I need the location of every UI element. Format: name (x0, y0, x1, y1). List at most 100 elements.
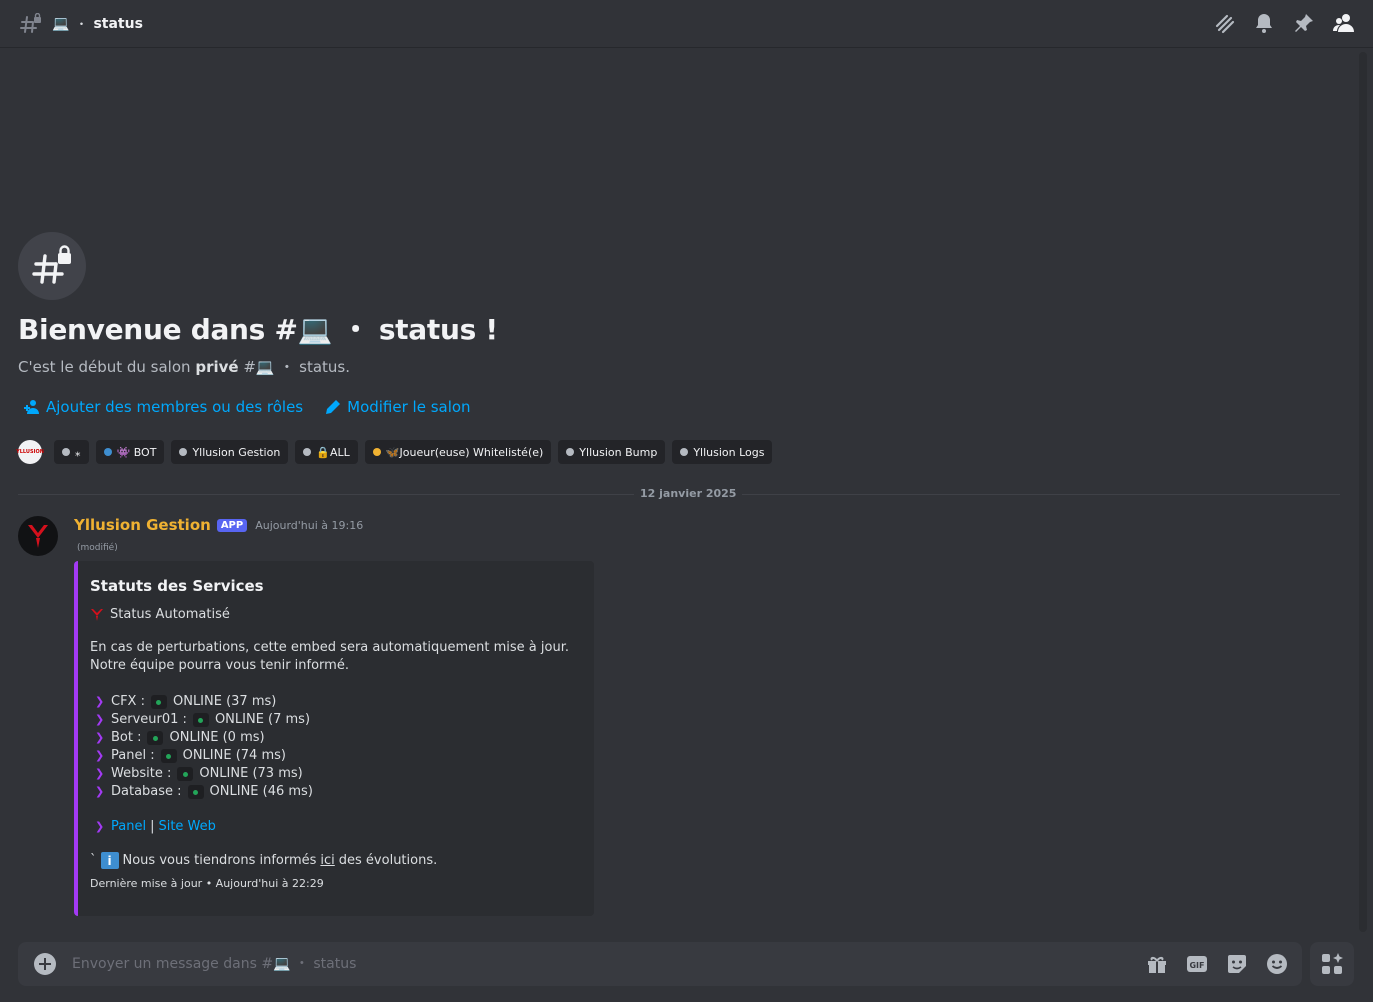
welcome-subtitle: C'est le début du salon privé #💻 ・ statu… (18, 356, 350, 377)
sticker-icon[interactable] (1226, 953, 1248, 975)
online-dot-icon (177, 767, 194, 781)
panel-link[interactable]: Panel (111, 819, 146, 834)
chevron-right-icon: ❯ (95, 820, 105, 833)
role-color-dot (103, 448, 112, 456)
service-status: ONLINE (46 ms) (209, 784, 313, 799)
role-list: YLLUSION ⁎ 👾 BOT Yllusion Gestion 🔒ALL 🦋… (16, 440, 773, 464)
service-status: ONLINE (73 ms) (199, 766, 303, 781)
service-row: ❯ Serveur01 : ONLINE (7 ms) (90, 711, 578, 729)
app-badge: APP (216, 518, 248, 532)
info-prefix: Nous vous tiendrons informés (122, 853, 317, 868)
channel-title: status (93, 15, 143, 32)
author-avatar[interactable] (18, 516, 58, 556)
welcome-channel-icon (18, 232, 86, 300)
service-name: Panel : (111, 748, 155, 763)
role-label: Yllusion Bump (579, 445, 658, 459)
pencil-icon (326, 400, 341, 414)
online-dot-icon (187, 785, 204, 799)
apps-icon (1322, 953, 1343, 974)
online-dot-icon (192, 713, 209, 727)
role-label: 🦋Joueur(euse) Whitelisté(e) (385, 445, 544, 459)
add-attachment-icon[interactable] (34, 953, 56, 975)
chevron-right-icon: ❯ (95, 767, 105, 780)
embed-author-name: Status Automatisé (110, 607, 230, 622)
info-suffix: des évolutions. (338, 853, 438, 868)
role-color-dot (566, 448, 575, 456)
role-label: 👾 BOT (116, 445, 157, 459)
server-avatar[interactable]: YLLUSION (16, 440, 44, 464)
message-author[interactable]: Yllusion Gestion (74, 516, 211, 534)
online-dot-icon (160, 749, 177, 763)
pin-icon[interactable] (1293, 12, 1315, 34)
role-pill[interactable]: Yllusion Bump (558, 440, 666, 464)
role-pill[interactable]: ⁎ (54, 440, 89, 464)
channel-emoji: 💻 (52, 15, 70, 32)
welcome-subtitle-channel: #💻 ・ status. (243, 358, 350, 376)
role-label: Yllusion Logs (693, 445, 765, 459)
gift-icon[interactable] (1146, 953, 1168, 975)
embed-description: En cas de perturbations, cette embed ser… (90, 640, 569, 673)
chevron-right-icon: ❯ (95, 749, 105, 762)
service-name: Serveur01 : (111, 712, 187, 727)
online-dot-icon (150, 695, 167, 709)
add-members-label: Ajouter des membres ou des rôles (46, 398, 304, 416)
channel-separator: ・ (75, 17, 88, 31)
chevron-right-icon: ❯ (95, 785, 105, 798)
site-web-link[interactable]: Site Web (158, 819, 215, 834)
role-color-dot (372, 448, 381, 456)
notification-bell-icon[interactable] (1253, 12, 1275, 34)
message-composer: GIF (18, 942, 1302, 986)
role-pill[interactable]: 👾 BOT (95, 440, 165, 464)
embed-title: Statuts des Services (90, 577, 264, 595)
role-color-dot (62, 448, 70, 456)
service-name: Bot : (111, 730, 142, 745)
role-pill[interactable]: Yllusion Gestion (171, 440, 289, 464)
private-channel-icon (20, 12, 42, 35)
role-pill[interactable]: 🦋Joueur(euse) Whitelisté(e) (364, 440, 552, 464)
service-row: ❯ Website : ONLINE (73 ms) (90, 765, 578, 783)
service-list: ❯ CFX : ONLINE (37 ms) ❯ Serveur01 : ONLINE … (90, 693, 578, 801)
embed-links: ❯ Panel | Site Web (90, 819, 578, 834)
service-row: ❯ Bot : ONLINE (0 ms) (90, 729, 578, 747)
apps-button[interactable] (1310, 942, 1354, 986)
composer-tools: GIF (1146, 953, 1288, 975)
yllusion-logo-icon (91, 608, 103, 621)
role-pill[interactable]: 🔒ALL (295, 440, 358, 464)
service-status: ONLINE (0 ms) (169, 730, 265, 745)
service-name: Website : (111, 766, 172, 781)
chevron-right-icon: ❯ (95, 713, 105, 726)
member-list-icon[interactable] (1333, 12, 1355, 34)
role-color-dot (680, 448, 689, 456)
header-actions (1213, 12, 1355, 34)
emoji-icon[interactable] (1266, 953, 1288, 975)
welcome-title: Bienvenue dans #💻 ・ status ! (18, 313, 498, 346)
date-divider-label: 12 janvier 2025 (634, 487, 743, 500)
message-input[interactable] (72, 944, 1146, 984)
embed-info: ` i Nous vous tiendrons informés ici des… (90, 852, 578, 869)
embed-footer: Dernière mise à jour • Aujourd'hui à 22:… (90, 877, 324, 890)
service-status: ONLINE (74 ms) (182, 748, 286, 763)
edit-channel-button[interactable]: Modifier le salon (325, 398, 471, 416)
channel-header: 💻 ・ status (0, 0, 1373, 48)
info-backtick: ` (90, 853, 97, 868)
message-header: Yllusion Gestion APP Aujourd'hui à 19:16 (74, 516, 363, 534)
embed-author: Status Automatisé (90, 607, 578, 622)
add-members-button[interactable]: Ajouter des membres ou des rôles (24, 398, 303, 416)
service-name: Database : (111, 784, 182, 799)
edited-indicator: (modifié) (77, 543, 118, 553)
edit-channel-label: Modifier le salon (347, 398, 471, 416)
scrollbar[interactable] (1359, 52, 1367, 932)
role-pill[interactable]: Yllusion Logs (672, 440, 773, 464)
info-link[interactable]: ici (320, 853, 334, 868)
role-label: ⁎ (75, 445, 81, 459)
role-color-dot (179, 448, 188, 456)
message-timestamp: Aujourd'hui à 19:16 (255, 518, 364, 532)
threads-icon[interactable] (1213, 12, 1235, 34)
svg-text:GIF: GIF (1189, 961, 1204, 970)
gif-icon[interactable]: GIF (1186, 953, 1208, 975)
status-embed: Statuts des Services Status Automatisé E… (74, 561, 594, 916)
service-row: ❯ Panel : ONLINE (74 ms) (90, 747, 578, 765)
channel-actions: Ajouter des membres ou des rôles Modifie… (24, 398, 471, 416)
chevron-right-icon: ❯ (95, 695, 105, 708)
role-label: 🔒ALL (316, 445, 350, 459)
